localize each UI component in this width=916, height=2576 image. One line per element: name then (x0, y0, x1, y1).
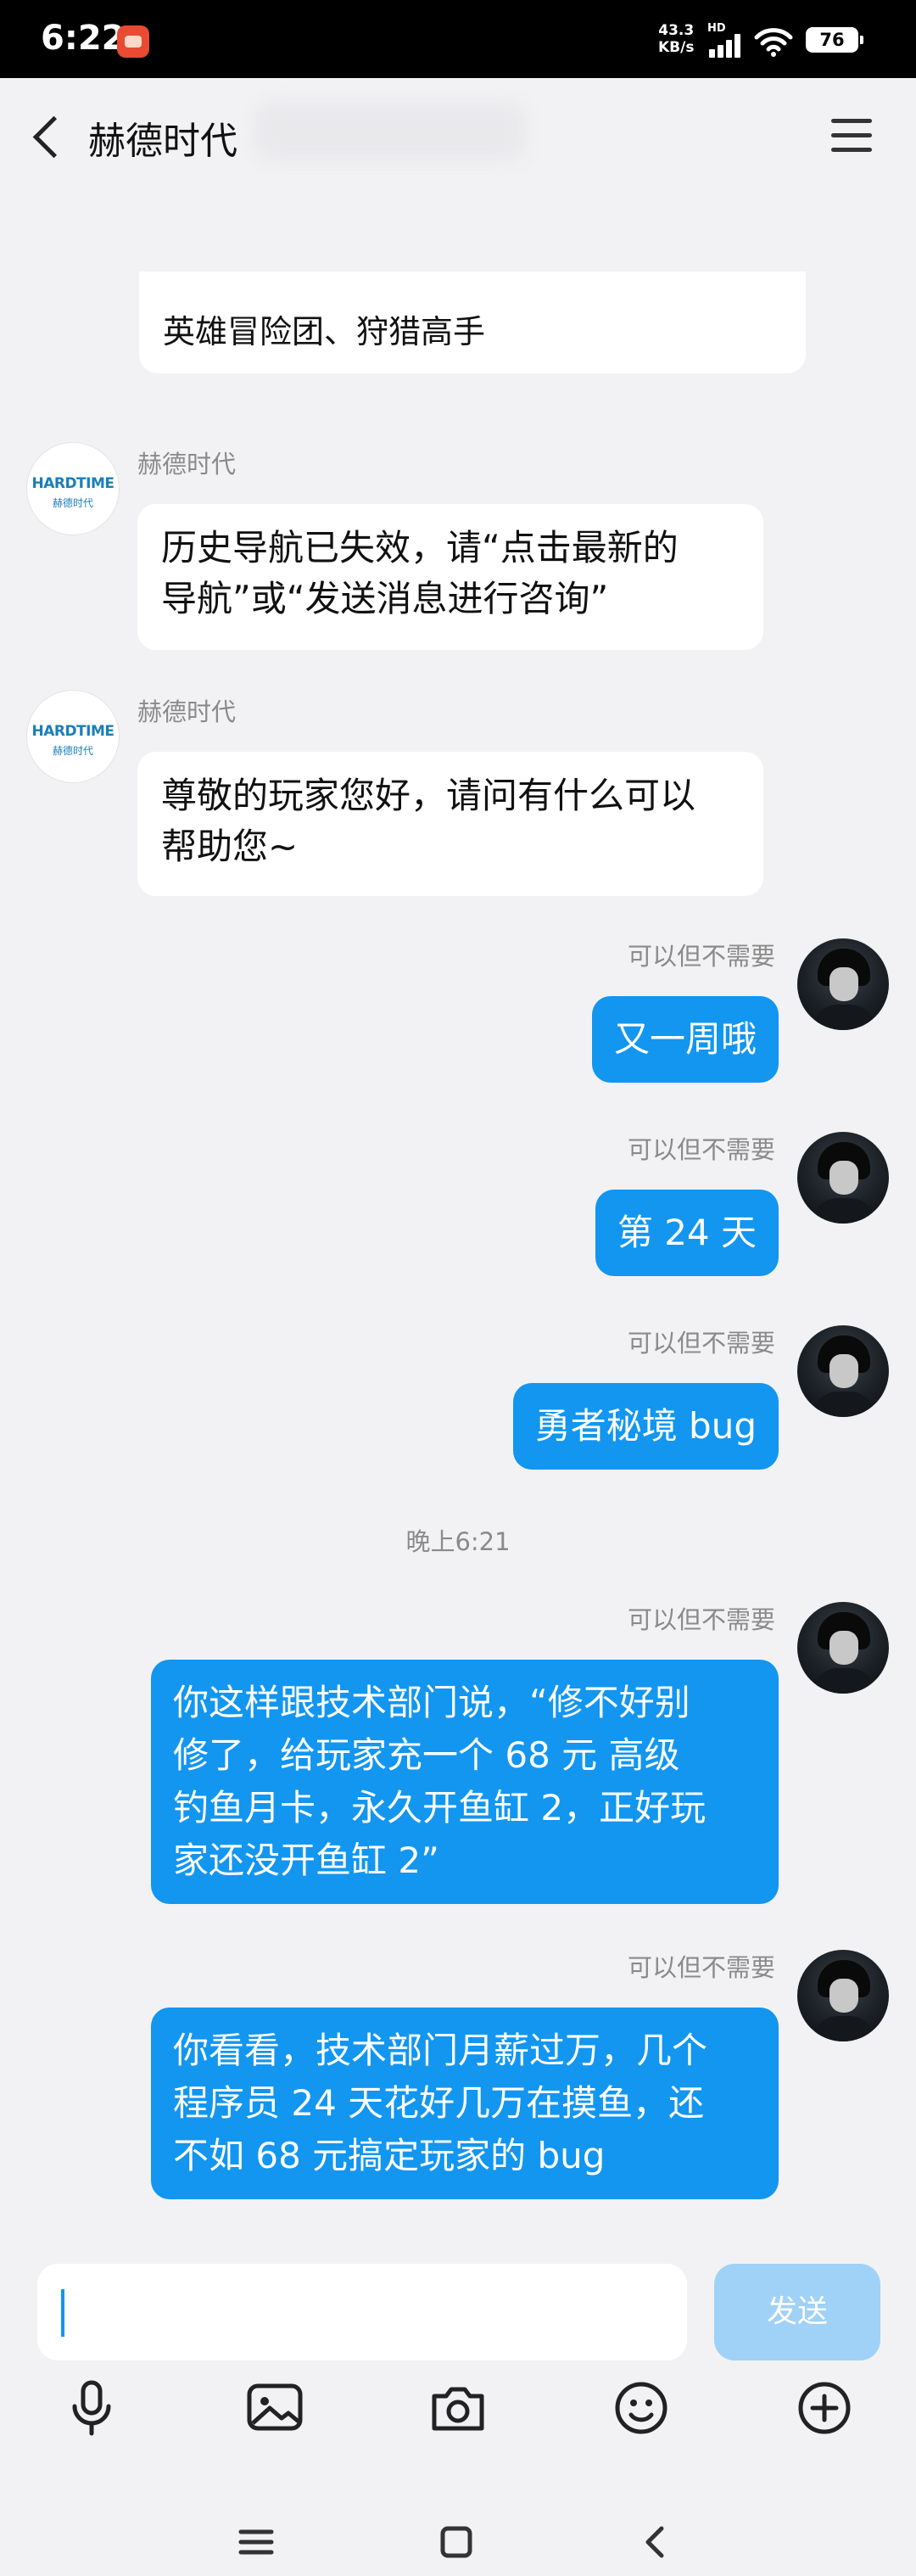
message-bubble-incoming[interactable]: 英雄冒险团、狩猎高手 (139, 272, 806, 373)
back-nav-button[interactable] (631, 2517, 682, 2568)
message-line: 帮助您~ (161, 826, 299, 867)
avatar-user[interactable] (797, 1132, 889, 1224)
sender-name: 赫德时代 (137, 450, 237, 479)
menu-icon (238, 2529, 274, 2555)
avatar-brand[interactable]: HARDTIME 赫德时代 (27, 691, 119, 782)
microphone-icon[interactable] (58, 2374, 126, 2442)
message-bubble-incoming[interactable]: 尊敬的玩家您好，请问有什么可以 帮助您~ (137, 752, 763, 896)
network-speed-value: 43.3 (658, 22, 695, 39)
brand-logo-subtext: 赫德时代 (52, 497, 93, 509)
sender-name: 可以但不需要 (627, 1605, 775, 1634)
sender-name: 可以但不需要 (627, 1135, 775, 1164)
message-bubble-outgoing[interactable]: 勇者秘境 bug (512, 1383, 779, 1470)
sender-name: 赫德时代 (137, 697, 237, 726)
hd-indicator: HD (707, 22, 726, 35)
brand-logo-text: HARDTIME (31, 475, 114, 492)
square-icon (440, 2526, 472, 2558)
message-bubble-outgoing[interactable]: 你看看，技术部门月薪过万，几个 程序员 24 天花好几万在摸鱼，还 不如 68 … (151, 2008, 779, 2199)
message-input[interactable] (37, 2264, 687, 2360)
status-time: 6:22 (41, 19, 126, 58)
recents-button[interactable] (231, 2517, 282, 2568)
app-notification-icon (117, 25, 149, 58)
emoji-icon[interactable] (607, 2374, 675, 2442)
sender-name: 可以但不需要 (627, 1953, 775, 1982)
home-button[interactable] (431, 2517, 482, 2568)
message-line: 导航”或“发送消息进行咨询” (161, 578, 609, 619)
message-bubble-outgoing[interactable]: 你这样跟技术部门说，“修不好别 修了，给玩家充一个 68 元 高级 钓鱼月卡，永… (151, 1660, 779, 1904)
menu-button[interactable] (828, 112, 875, 160)
message-text: 英雄冒险团、狩猎高手 (163, 313, 486, 350)
page-title: 赫德时代 (88, 120, 237, 163)
avatar-user[interactable] (797, 1325, 889, 1417)
chat-scroll-area[interactable]: 英雄冒险团、狩猎高手 HARDTIME 赫德时代 赫德时代 历史导航已失效，请“… (0, 190, 916, 2247)
message-bubble-outgoing[interactable]: 第 24 天 (595, 1190, 779, 1276)
brand-logo-subtext: 赫德时代 (52, 745, 93, 757)
system-nav-bar (0, 2501, 916, 2576)
avatar-user[interactable] (797, 1950, 889, 2041)
blurred-region (254, 102, 526, 161)
network-speed-unit: KB/s (658, 39, 695, 56)
status-bar: 6:22 43.3 KB/s HD 76 (0, 0, 916, 78)
battery-icon: 76 (806, 27, 863, 53)
message-line: 历史导航已失效，请“点击最新的 (161, 527, 679, 568)
image-icon[interactable] (241, 2374, 309, 2442)
sender-name: 可以但不需要 (627, 1329, 775, 1358)
wifi-icon (753, 25, 794, 58)
avatar-user[interactable] (797, 1602, 889, 1694)
message-line: 尊敬的玩家您好，请问有什么可以 (161, 775, 696, 816)
plus-icon[interactable] (790, 2374, 858, 2442)
brand-logo-text: HARDTIME (31, 723, 114, 740)
text-caret (61, 2289, 64, 2337)
network-speed: 43.3 KB/s (658, 22, 694, 56)
signal-icon (709, 34, 745, 58)
back-button[interactable] (25, 109, 73, 163)
chat-header: 赫德时代 (0, 78, 916, 190)
avatar-brand[interactable]: HARDTIME 赫德时代 (27, 443, 119, 535)
message-bubble-outgoing[interactable]: 又一周哦 (591, 996, 779, 1083)
sender-name: 可以但不需要 (627, 942, 775, 971)
chevron-left-icon (645, 2526, 664, 2558)
menu-icon (831, 119, 872, 123)
camera-icon[interactable] (424, 2374, 492, 2442)
avatar-user[interactable] (797, 938, 889, 1030)
time-divider: 晚上6:21 (405, 1527, 511, 1556)
send-button[interactable]: 发送 (714, 2264, 880, 2360)
message-bubble-incoming[interactable]: 历史导航已失效，请“点击最新的 导航”或“发送消息进行咨询” (137, 504, 763, 650)
